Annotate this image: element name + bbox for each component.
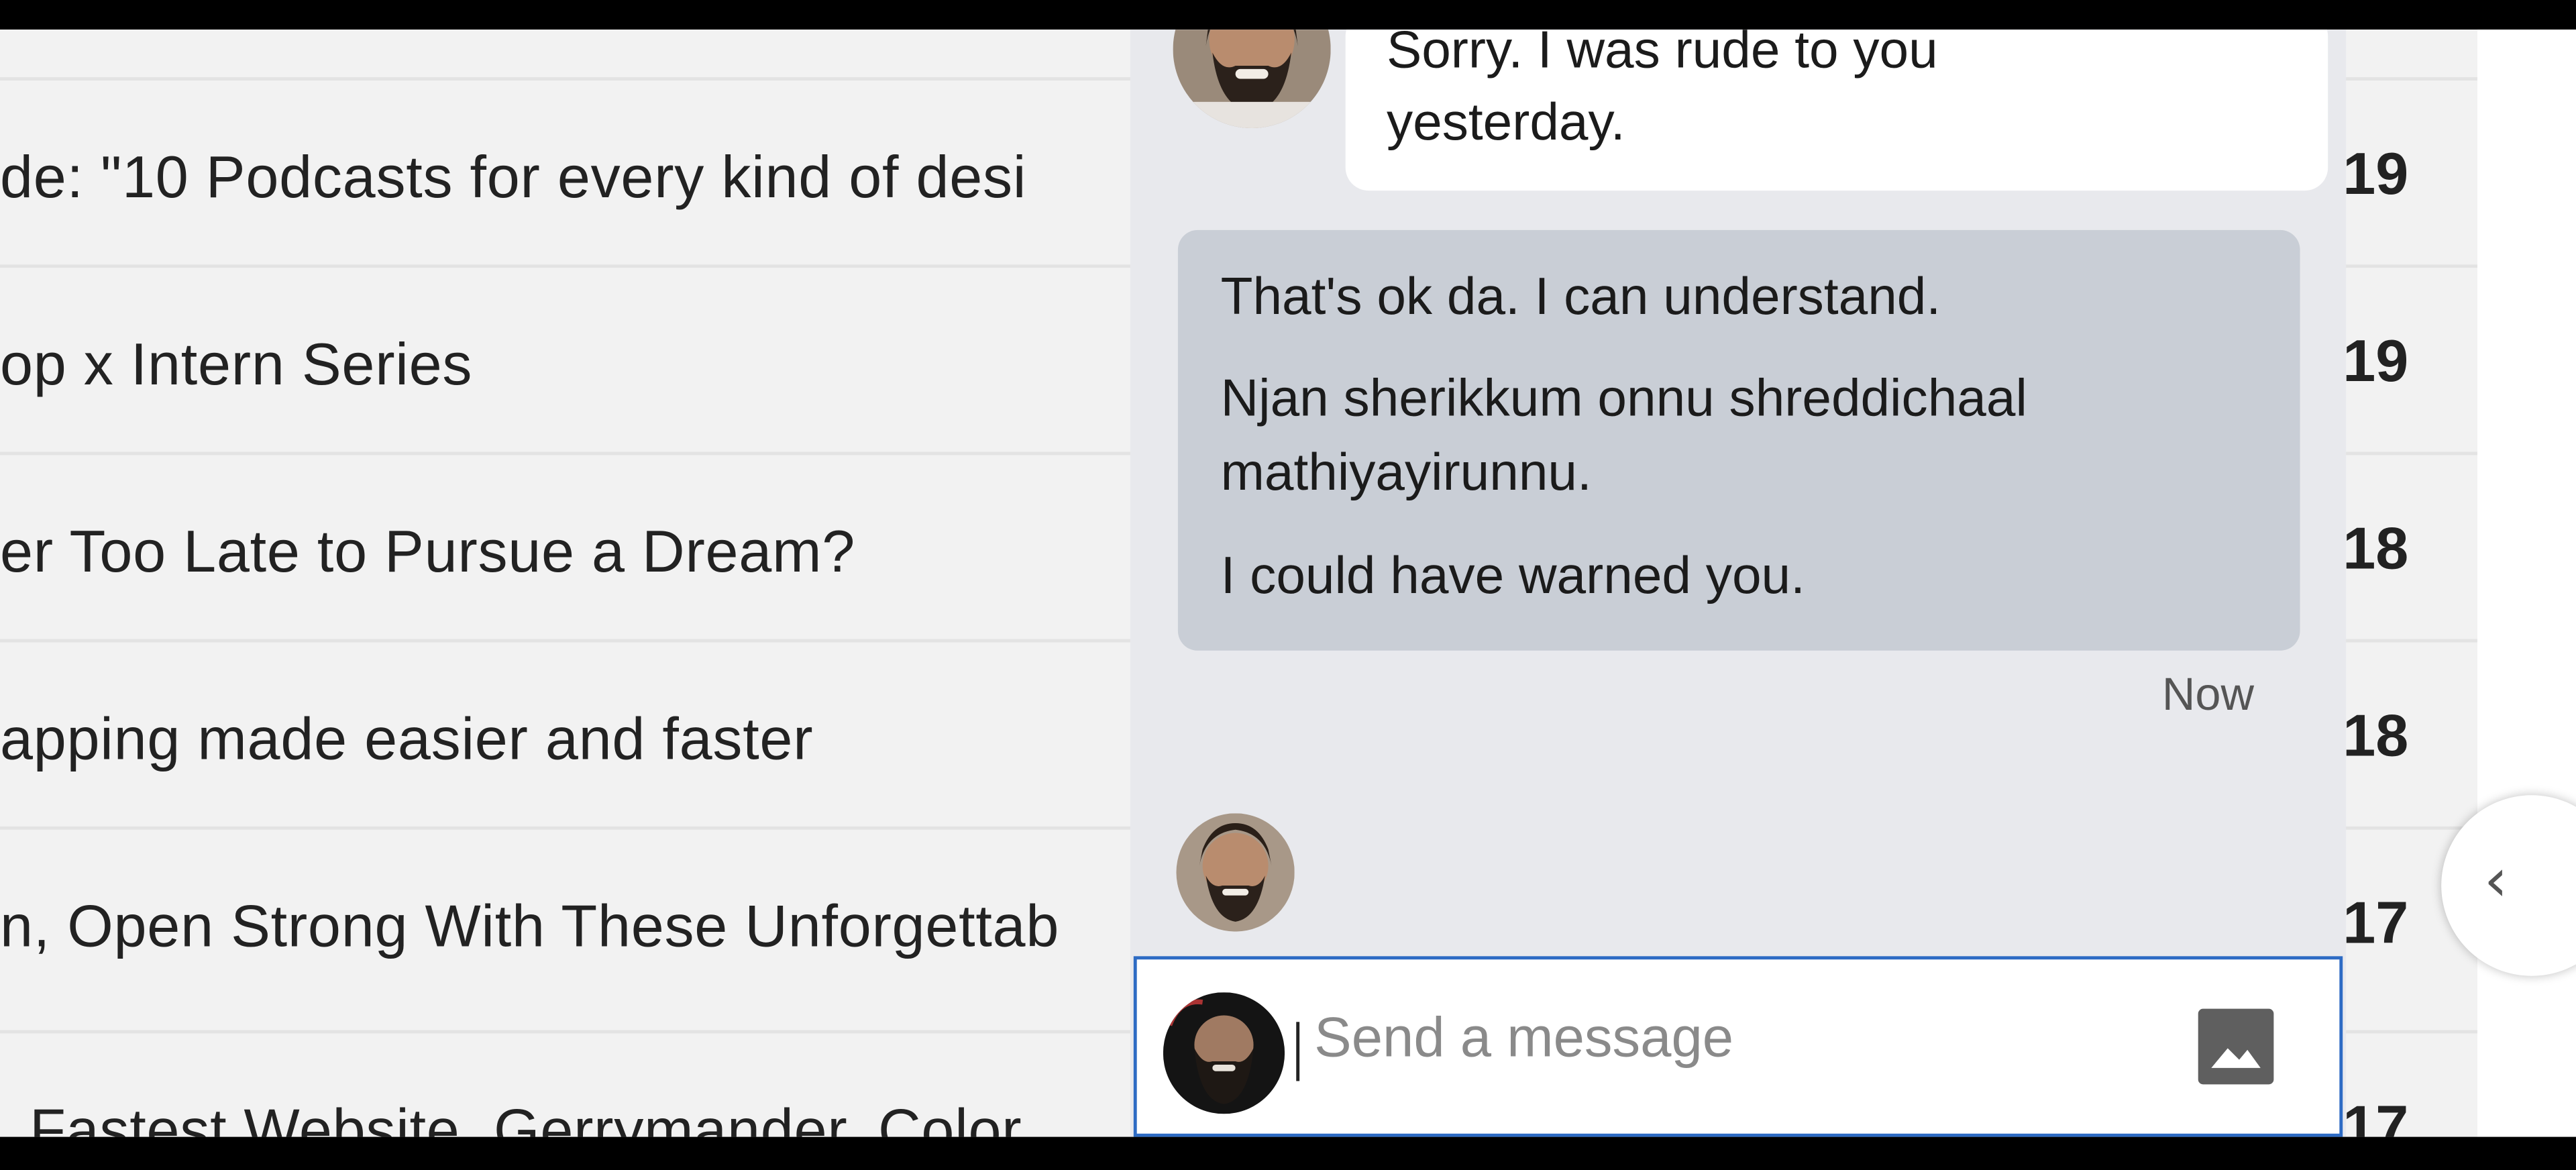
row-title: n, Open Strong With These Unforgettab [0,892,1060,960]
outgoing-message: That's ok da. I can understand. Njan she… [1177,229,2300,651]
row-title: apping made easier and faster [0,704,814,773]
image-icon [2211,1048,2261,1068]
attach-image-button[interactable] [2198,1008,2274,1085]
contact-avatar [1173,30,1331,129]
incoming-line: yesterday. [1386,92,1625,152]
typing-avatar [1176,813,1295,932]
row-title: op x Intern Series [0,330,473,398]
message-input[interactable] [1314,998,2169,1078]
user-avatar [1163,992,1285,1114]
row-date: 19 [2343,140,2409,207]
user-photo [1163,992,1285,1114]
row-title: er Too Late to Pursue a Dream? [0,517,856,585]
row-date: 18 [2343,701,2409,769]
contact-photo [1173,30,1331,129]
top-letterbox [0,0,2576,30]
row-date: 17 [2343,888,2409,957]
screen: de: "10 Podcasts for every kind of desi … [0,0,2576,1170]
outgoing-line: I could have warned you. [1220,545,1805,605]
outgoing-line: mathiyayirunnu. [1220,441,1592,501]
incoming-line: Sorry. I was rude to you [1386,30,1938,79]
outgoing-line: That's ok da. I can understand. [1220,266,1941,325]
row-date: 19 [2343,327,2409,394]
bottom-letterbox [0,1136,2576,1170]
row-title: de: "10 Podcasts for every kind of desi [0,143,1027,211]
message-timestamp: Now [2161,668,2255,720]
chevron-left-icon: ‹ [2483,847,2508,916]
row-date: 17 [2343,1092,2409,1137]
row-date: 18 [2343,514,2409,582]
incoming-message: Sorry. I was rude to you yesterday. [1345,30,2328,191]
outgoing-line: Njan sherikkum onnu shreddichaal [1220,368,2027,427]
message-composer [1133,956,2343,1137]
row-title: Fastest Website, Gerrymander, Color [30,1096,1022,1137]
text-cursor [1296,1022,1300,1081]
incoming-message-text: Sorry. I was rude to you yesterday. [1387,30,1938,158]
app-content: de: "10 Podcasts for every kind of desi … [0,30,2576,1137]
contact-photo [1176,813,1295,932]
